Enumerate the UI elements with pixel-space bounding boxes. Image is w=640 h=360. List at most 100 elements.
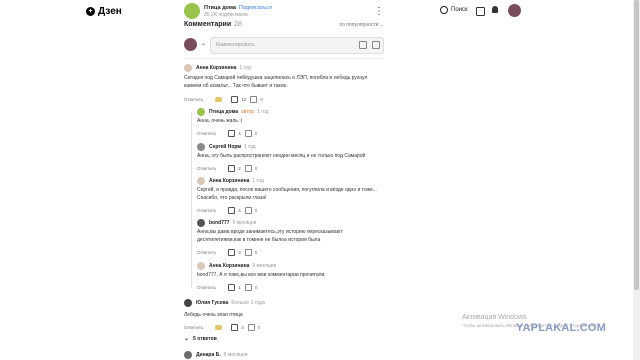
like-count: 4 (238, 208, 241, 213)
comment-text: bond777, А я тоже,вы все мои комментарии… (197, 272, 326, 278)
author-badge: автор (241, 109, 255, 115)
like-count: 2 (238, 166, 241, 171)
more-menu-icon[interactable]: ⋮ (374, 6, 384, 17)
chevron-down-icon[interactable]: ⌄ (201, 40, 206, 47)
comment-time: больше 1 года (231, 300, 265, 306)
comment-author[interactable]: Птица дома (209, 109, 238, 115)
dislike-icon[interactable] (247, 324, 255, 331)
dislike-icon[interactable] (244, 284, 252, 291)
subscribe-link[interactable]: Подписаться (239, 5, 272, 11)
comment-time: 1 год (252, 178, 264, 184)
dislike-count: 0 (260, 97, 263, 102)
dislike-icon[interactable] (250, 96, 258, 103)
comment-item: bond777 9 месяцев Анна,вы дама вроде зани… (197, 219, 384, 256)
watermark: YAPLAKAL.COM (516, 322, 606, 334)
avatar[interactable] (197, 219, 205, 227)
comment-item: Птица дома автор 1 год Анна, очень жаль :(… (197, 108, 384, 138)
like-count: 3 (238, 250, 241, 255)
chevron-down-icon: ⌄ (184, 336, 190, 342)
image-icon[interactable] (372, 41, 380, 49)
search-button[interactable]: Поиск (440, 6, 468, 14)
comment-time: 1 год (257, 109, 269, 115)
avatar[interactable] (184, 64, 192, 72)
search-label: Поиск (451, 7, 468, 13)
comment-time: 9 месяцев (232, 220, 257, 226)
comment-item: Анна Корзинина 9 месяцев bond777, А я тож… (197, 262, 384, 292)
studio-icon[interactable] (476, 7, 485, 16)
avatar (184, 38, 197, 51)
channel-name[interactable]: Птица дома (204, 5, 236, 11)
comments-header: Комментарии 28 по популярности ⌄ (184, 21, 384, 28)
comment-item: Анна Корзинина 1 год Сегодня под Самарой … (184, 64, 384, 104)
comment-text: Анна, очень жаль :( (197, 118, 243, 124)
like-count: 4 (238, 131, 241, 136)
dislike-count: 0 (254, 131, 258, 136)
comment-author[interactable]: Динара Б. (196, 352, 221, 358)
show-replies-button[interactable]: ⌄ 5 ответов (184, 335, 217, 343)
comment-item: Динара Б. 9 месяцев (184, 351, 384, 360)
avatar[interactable] (197, 262, 205, 270)
comment-author[interactable]: Сергей Норм (209, 144, 241, 150)
comment-placeholder: Комментировать (216, 42, 255, 48)
reply-button[interactable]: Ответить (197, 131, 216, 136)
comment-text: Анна,вы дама вроде занимаетесь,эту истор… (197, 229, 343, 243)
subscriber-count: 35,2K подписчиков (204, 11, 248, 18)
like-icon[interactable] (228, 165, 236, 172)
reply-button[interactable]: Ответить (197, 208, 216, 213)
avatar[interactable] (197, 177, 205, 185)
reply-button[interactable]: Ответить (184, 97, 203, 102)
like-icon[interactable] (228, 207, 236, 214)
comment-text: Анна, эту быль распространяют неодин мес… (197, 153, 366, 159)
avatar[interactable] (184, 351, 192, 359)
channel-info[interactable]: Птица дома Подписаться 35,2K подписчиков (184, 3, 272, 19)
user-avatar[interactable] (508, 4, 521, 17)
comment-input[interactable]: Комментировать (210, 37, 384, 54)
dislike-count: 0 (257, 325, 261, 330)
reaction-icon[interactable] (215, 97, 223, 102)
reply-button[interactable]: Ответить (197, 250, 216, 255)
bell-icon[interactable] (492, 6, 498, 13)
avatar[interactable] (197, 108, 205, 116)
comment-author[interactable]: bond777 (209, 220, 230, 226)
comments-title: Комментарии (184, 21, 232, 28)
dislike-count: 0 (254, 166, 258, 171)
like-icon[interactable] (228, 130, 236, 137)
comment-text: Сергей, и правда, после вашего сообщения… (197, 187, 377, 201)
comment-author[interactable]: Юлия Гусева (196, 300, 228, 306)
comment-author[interactable]: Анна Корзинина (209, 263, 249, 269)
like-count: 4 (241, 325, 244, 330)
like-icon[interactable] (231, 324, 239, 331)
avatar[interactable] (197, 143, 205, 151)
dislike-icon[interactable] (244, 130, 252, 137)
avatar[interactable] (184, 299, 192, 307)
dislike-icon[interactable] (244, 165, 252, 172)
comments-count: 28 (234, 21, 242, 28)
reply-button[interactable]: Ответить (197, 166, 216, 171)
emoji-icon[interactable] (359, 41, 367, 49)
comment-author[interactable]: Анна Корзинина (209, 178, 249, 184)
like-icon[interactable] (228, 249, 236, 256)
like-icon[interactable] (228, 284, 236, 291)
replies-count: 5 ответов (193, 335, 217, 342)
comment-item: Анна Корзинина 1 год Сергей, и правда, по… (197, 177, 384, 214)
sort-dropdown[interactable]: по популярности ⌄ (339, 22, 384, 28)
like-icon[interactable] (231, 96, 239, 103)
reply-button[interactable]: Ответить (184, 325, 203, 330)
comment-time: 1 год (239, 65, 251, 71)
search-icon (440, 6, 448, 14)
comment-time: 1 год (244, 144, 256, 150)
dislike-icon[interactable] (244, 249, 252, 256)
channel-avatar[interactable] (184, 3, 200, 19)
page-scrollbar[interactable] (633, 0, 640, 360)
comment-composer: ⌄ Комментировать (184, 37, 384, 54)
comment-text: Сегодня под Самарой лебёдушка зацепилась… (184, 75, 368, 89)
comment-author[interactable]: Анна Корзинина (196, 65, 236, 71)
dislike-icon[interactable] (244, 207, 252, 214)
scrollbar-thumb[interactable] (634, 0, 639, 290)
comment-item: Юлия Гусева больше 1 года Лебедь очень зл… (184, 299, 384, 331)
zen-logo-icon: + (86, 7, 95, 16)
reply-button[interactable]: Ответить (197, 285, 216, 290)
reaction-icon[interactable] (215, 325, 223, 330)
divider (184, 58, 384, 59)
zen-logo[interactable]: + Дзен (86, 6, 122, 17)
